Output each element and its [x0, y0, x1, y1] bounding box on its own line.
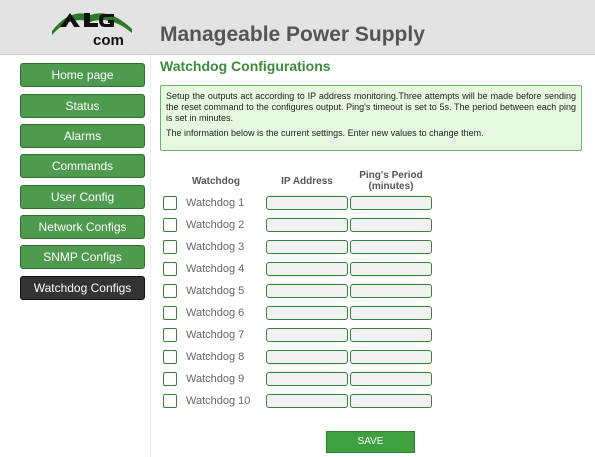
- watchdog-4-ip-input[interactable]: [266, 262, 348, 276]
- nav-home-page-button[interactable]: Home page: [20, 63, 145, 87]
- watchdog-1-ip-input[interactable]: [266, 196, 348, 210]
- logo-subtext: com: [93, 32, 124, 49]
- column-header-ping-period: Ping's Period (minutes): [350, 170, 432, 192]
- watchdog-8-label: Watchdog 8: [186, 351, 245, 363]
- watchdog-3-period-input[interactable]: [350, 240, 432, 254]
- watchdog-5-period-input[interactable]: [350, 284, 432, 298]
- watchdog-7-ip-input[interactable]: [266, 328, 348, 342]
- watchdog-6-period-input[interactable]: [350, 306, 432, 320]
- watchdog-2-period-input[interactable]: [350, 218, 432, 232]
- watchdog-10-label: Watchdog 10: [186, 395, 251, 407]
- watchdog-1-period-input[interactable]: [350, 196, 432, 210]
- watchdog-5-ip-input[interactable]: [266, 284, 348, 298]
- watchdog-10-period-input[interactable]: [350, 394, 432, 408]
- watchdog-3-label: Watchdog 3: [186, 241, 245, 253]
- watchdog-4-label: Watchdog 4: [186, 263, 245, 275]
- watchdog-8-period-input[interactable]: [350, 350, 432, 364]
- watchdog-5-label: Watchdog 5: [186, 285, 245, 297]
- nav-alarms-button[interactable]: Alarms: [20, 124, 145, 148]
- watchdog-2-label: Watchdog 2: [186, 219, 245, 231]
- info-box: Setup the outputs act according to IP ad…: [160, 85, 582, 151]
- watchdog-10-checkbox[interactable]: [163, 394, 177, 408]
- watchdog-3-checkbox[interactable]: [163, 240, 177, 254]
- watchdog-1-label: Watchdog 1: [186, 197, 245, 209]
- nav-status-button[interactable]: Status: [20, 94, 145, 118]
- watchdog-9-checkbox[interactable]: [163, 372, 177, 386]
- sidebar-divider: [150, 55, 151, 457]
- nav-user-config-button[interactable]: User Config: [20, 185, 145, 209]
- watchdog-7-checkbox[interactable]: [163, 328, 177, 342]
- watchdog-2-checkbox[interactable]: [163, 218, 177, 232]
- watchdog-1-checkbox[interactable]: [163, 196, 177, 210]
- watchdog-8-checkbox[interactable]: [163, 350, 177, 364]
- watchdog-6-ip-input[interactable]: [266, 306, 348, 320]
- save-button[interactable]: SAVE: [326, 431, 415, 453]
- watchdog-4-period-input[interactable]: [350, 262, 432, 276]
- nav-snmp-configs-button[interactable]: SNMP Configs: [20, 245, 145, 269]
- header: com Manageable Power Supply: [0, 0, 595, 55]
- column-header-ping-period-line1: Ping's Period: [359, 170, 423, 181]
- nav-commands-button[interactable]: Commands: [20, 154, 145, 178]
- watchdog-8-ip-input[interactable]: [266, 350, 348, 364]
- watchdog-7-period-input[interactable]: [350, 328, 432, 342]
- alg-logo: com: [46, 5, 138, 49]
- watchdog-10-ip-input[interactable]: [266, 394, 348, 408]
- column-header-watchdog: Watchdog: [192, 176, 240, 187]
- column-header-ip-address: IP Address: [281, 176, 333, 187]
- watchdog-7-label: Watchdog 7: [186, 329, 245, 341]
- info-paragraph-2: The information below is the current set…: [166, 128, 484, 138]
- watchdog-6-label: Watchdog 6: [186, 307, 245, 319]
- watchdog-9-period-input[interactable]: [350, 372, 432, 386]
- nav-network-configs-button[interactable]: Network Configs: [20, 215, 145, 239]
- watchdog-5-checkbox[interactable]: [163, 284, 177, 298]
- watchdog-3-ip-input[interactable]: [266, 240, 348, 254]
- page-title: Watchdog Configurations: [160, 58, 331, 74]
- watchdog-6-checkbox[interactable]: [163, 306, 177, 320]
- info-paragraph-1: Setup the outputs act according to IP ad…: [166, 91, 576, 123]
- app-title: Manageable Power Supply: [160, 23, 425, 46]
- watchdog-9-ip-input[interactable]: [266, 372, 348, 386]
- watchdog-2-ip-input[interactable]: [266, 218, 348, 232]
- nav-watchdog-configs-button[interactable]: Watchdog Configs: [20, 276, 145, 300]
- watchdog-9-label: Watchdog 9: [186, 373, 245, 385]
- column-header-ping-period-line2: (minutes): [368, 181, 414, 192]
- watchdog-4-checkbox[interactable]: [163, 262, 177, 276]
